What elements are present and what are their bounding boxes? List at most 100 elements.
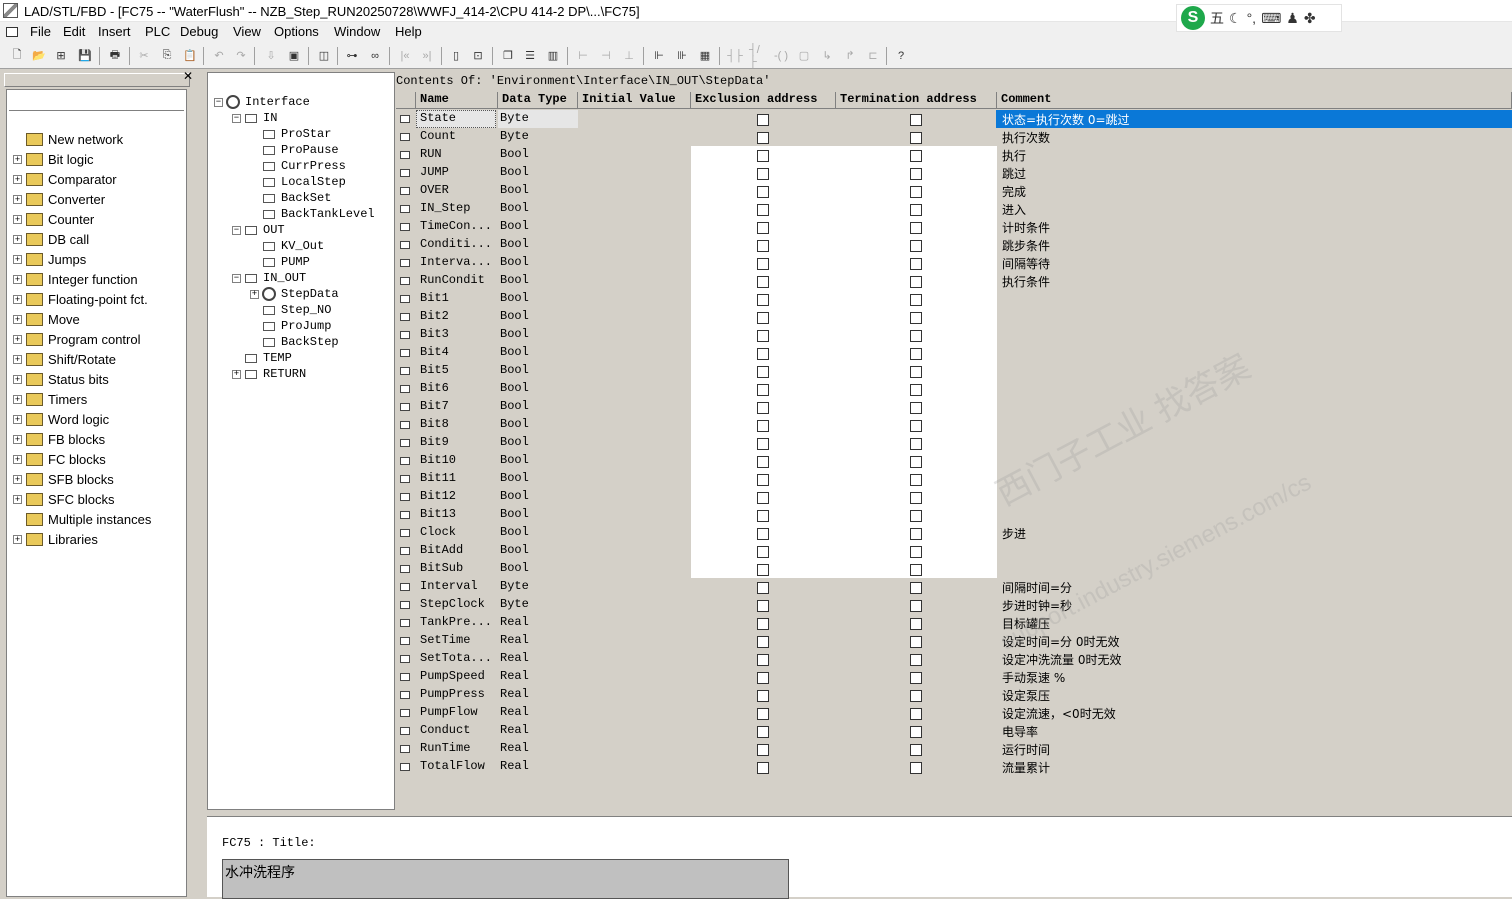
exclusion-address-checkbox[interactable] [757, 132, 769, 144]
ime-toolbar[interactable]: S 五 ☾ °, ⌨ ♟ ✤ [1176, 4, 1342, 32]
tree-node-pump[interactable]: PUMP [250, 254, 310, 270]
table-row[interactable]: RunTime Real 运行时间 [396, 740, 1512, 758]
cell-name[interactable]: Bit1 [420, 291, 496, 305]
cell-name[interactable]: JUMP [420, 165, 496, 179]
nc-contact-icon[interactable]: ┤/├ [749, 44, 767, 68]
table-row[interactable]: TankPre... Real 目标罐压 [396, 614, 1512, 632]
termination-address-checkbox[interactable] [910, 654, 922, 666]
table-row[interactable]: Conditi... Bool 跳步条件 [396, 236, 1512, 254]
termination-address-checkbox[interactable] [910, 240, 922, 252]
table-row[interactable]: RUN Bool 执行 [396, 146, 1512, 164]
new-icon[interactable]: 🗋 [8, 47, 26, 64]
stl-view-icon[interactable]: ⊪ [673, 47, 691, 64]
cell-comment[interactable]: 间隔等待 [1002, 255, 1507, 272]
cell-comment[interactable]: 步进 [1002, 525, 1507, 542]
column-header-data-type[interactable]: Data Type [498, 92, 578, 109]
termination-address-checkbox[interactable] [910, 276, 922, 288]
cell-name[interactable]: Bit10 [420, 453, 496, 467]
table-row[interactable]: Bit2 Bool [396, 308, 1512, 326]
cell-data-type[interactable]: Real [500, 741, 576, 755]
termination-address-checkbox[interactable] [910, 528, 922, 540]
catalog-item-new-network[interactable]: New network [13, 129, 123, 149]
redo-icon[interactable]: ↷ [232, 47, 250, 64]
termination-address-checkbox[interactable] [910, 582, 922, 594]
expand-icon[interactable]: + [13, 334, 22, 344]
cell-name[interactable]: RUN [420, 147, 496, 161]
table-row[interactable]: Bit8 Bool [396, 416, 1512, 434]
cell-data-type[interactable]: Bool [500, 435, 576, 449]
cell-name[interactable]: SetTota... [420, 651, 496, 665]
exclusion-address-checkbox[interactable] [757, 636, 769, 648]
cell-name[interactable]: Bit4 [420, 345, 496, 359]
cell-name[interactable]: PumpPress [420, 687, 496, 701]
exclusion-address-checkbox[interactable] [757, 222, 769, 234]
menu-view[interactable]: View [233, 24, 261, 39]
termination-address-checkbox[interactable] [910, 618, 922, 630]
table-row[interactable]: Bit9 Bool [396, 434, 1512, 452]
cell-name[interactable]: Bit6 [420, 381, 496, 395]
expand-icon[interactable]: + [232, 369, 241, 379]
cell-comment[interactable]: 跳过 [1002, 165, 1507, 182]
cell-comment[interactable]: 步进时钟=秒 [1002, 597, 1507, 614]
cell-name[interactable]: Interva... [420, 255, 496, 269]
tree-node-in-out[interactable]: − IN_OUT [232, 270, 306, 286]
table-row[interactable]: Conduct Real 电导率 [396, 722, 1512, 740]
cell-comment[interactable]: 计时条件 [1002, 219, 1507, 236]
exclusion-address-checkbox[interactable] [757, 456, 769, 468]
expand-icon[interactable]: + [13, 454, 22, 464]
expand-icon[interactable]: + [13, 494, 22, 504]
collapse-icon[interactable]: − [232, 113, 241, 123]
cell-data-type[interactable]: Real [500, 687, 576, 701]
tree-node-currpress[interactable]: CurrPress [250, 158, 346, 174]
menu-options[interactable]: Options [274, 24, 319, 39]
catalog-item-libraries[interactable]: + Libraries [13, 529, 98, 549]
cell-name[interactable]: TimeCon... [420, 219, 496, 233]
branch-icon[interactable]: ⊢ [574, 47, 592, 64]
cell-data-type[interactable]: Bool [500, 273, 576, 287]
termination-address-checkbox[interactable] [910, 690, 922, 702]
cell-comment[interactable]: 执行 [1002, 147, 1507, 164]
cell-data-type[interactable]: Bool [500, 471, 576, 485]
cell-name[interactable]: Bit13 [420, 507, 496, 521]
cell-comment[interactable]: 跳步条件 [1002, 237, 1507, 254]
table-row[interactable]: IN_Step Bool 进入 [396, 200, 1512, 218]
termination-address-checkbox[interactable] [910, 456, 922, 468]
table-row[interactable]: PumpPress Real 设定泵压 [396, 686, 1512, 704]
exclusion-address-checkbox[interactable] [757, 564, 769, 576]
tree-node-temp[interactable]: TEMP [232, 350, 292, 366]
termination-address-checkbox[interactable] [910, 366, 922, 378]
termination-address-checkbox[interactable] [910, 384, 922, 396]
cell-name[interactable]: Conduct [420, 723, 496, 737]
cell-data-type[interactable]: Real [500, 723, 576, 737]
cell-comment[interactable]: 间隔时间=分 [1002, 579, 1507, 596]
accessible-nodes-icon[interactable]: ⊞ [52, 47, 70, 64]
catalog-item-program-control[interactable]: + Program control [13, 329, 140, 349]
termination-address-checkbox[interactable] [910, 672, 922, 684]
termination-address-checkbox[interactable] [910, 222, 922, 234]
table-row[interactable]: OVER Bool 完成 [396, 182, 1512, 200]
splitter[interactable] [198, 69, 206, 897]
termination-address-checkbox[interactable] [910, 312, 922, 324]
exclusion-address-checkbox[interactable] [757, 150, 769, 162]
cell-data-type[interactable]: Bool [500, 165, 576, 179]
exclusion-address-checkbox[interactable] [757, 510, 769, 522]
cell-comment[interactable]: 目标罐压 [1002, 615, 1507, 632]
exclusion-address-checkbox[interactable] [757, 114, 769, 126]
table-row[interactable]: RunCondit Bool 执行条件 [396, 272, 1512, 290]
exclusion-address-checkbox[interactable] [757, 726, 769, 738]
catalog-item-db-call[interactable]: + DB call [13, 229, 89, 249]
cell-name[interactable]: Bit11 [420, 471, 496, 485]
catalog-item-multiple-instances[interactable]: Multiple instances [13, 509, 151, 529]
termination-address-checkbox[interactable] [910, 294, 922, 306]
tree-node-step-no[interactable]: Step_NO [250, 302, 331, 318]
cell-comment[interactable]: 状态=执行次数 0=跳过 [1002, 111, 1507, 128]
exclusion-address-checkbox[interactable] [757, 402, 769, 414]
table-row[interactable]: Bit7 Bool [396, 398, 1512, 416]
close-branch-icon[interactable]: ⊏ [864, 47, 882, 64]
cell-name[interactable]: PumpSpeed [420, 669, 496, 683]
termination-address-checkbox[interactable] [910, 564, 922, 576]
expand-icon[interactable]: + [13, 154, 22, 164]
menu-window[interactable]: Window [334, 24, 380, 39]
tree-node-out[interactable]: − OUT [232, 222, 285, 238]
expand-icon[interactable]: + [13, 474, 22, 484]
